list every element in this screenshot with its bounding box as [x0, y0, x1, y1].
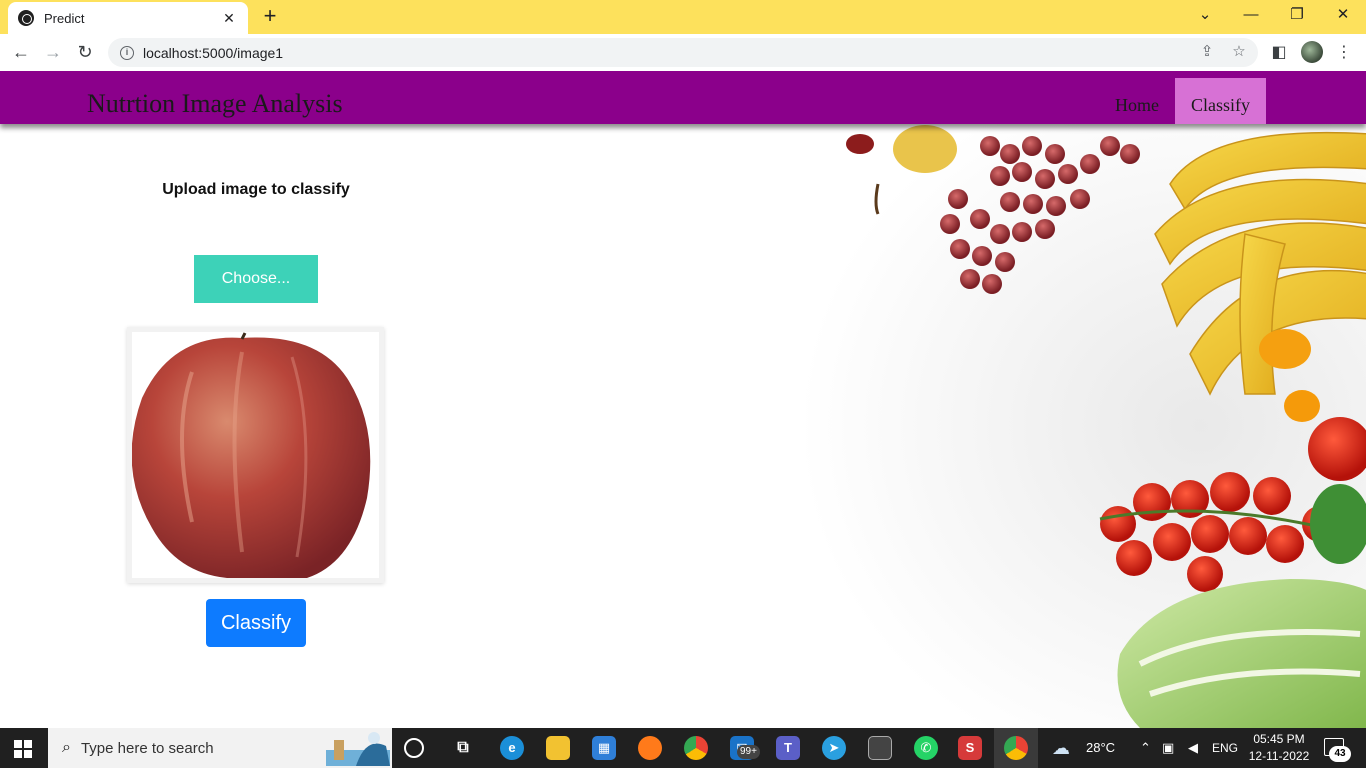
bookmark-star-icon[interactable]: ☆: [1229, 42, 1249, 62]
choose-file-button[interactable]: Choose...: [194, 255, 318, 303]
browser-tab[interactable]: Predict ✕: [8, 2, 248, 34]
taskbar-clock[interactable]: 05:45 PM 12-11-2022: [1246, 731, 1312, 765]
chrome-active-icon[interactable]: [1004, 736, 1028, 760]
minimize-button[interactable]: —: [1228, 0, 1274, 32]
fruits-background-image: [700, 124, 1366, 728]
classify-button[interactable]: Classify: [206, 599, 306, 647]
store-icon[interactable]: ▦: [592, 736, 616, 760]
forward-arrow-icon[interactable]: →: [40, 40, 66, 66]
web-page: Nutrtion Image Analysis Home Classify Up…: [0, 71, 1366, 728]
search-placeholder: Type here to search: [80, 739, 214, 757]
whatsapp-icon[interactable]: ✆: [914, 736, 938, 760]
address-bar[interactable]: i localhost:5000/image1: [108, 38, 1258, 67]
tray-chevron-icon[interactable]: ⌃: [1140, 728, 1151, 768]
taskbar-search-box[interactable]: ⌕ Type here to search: [48, 728, 392, 768]
restore-button[interactable]: ❐: [1274, 0, 1320, 32]
terminal-icon[interactable]: [868, 736, 892, 760]
tab-search-chevron-icon[interactable]: ⌄: [1182, 0, 1228, 32]
browser-tab-strip: Predict ✕ + ⌄ — ❐ ✕: [0, 0, 1366, 34]
image-preview: [127, 327, 384, 583]
edge-icon[interactable]: e: [500, 736, 524, 760]
notification-count-badge: 43: [1329, 746, 1351, 762]
clock-time: 05:45 PM: [1253, 732, 1305, 746]
site-brand[interactable]: Nutrtion Image Analysis: [87, 89, 343, 119]
firefox-icon[interactable]: [638, 736, 662, 760]
upload-heading: Upload image to classify: [162, 181, 350, 198]
weather-temperature[interactable]: 28°C: [1086, 728, 1115, 768]
uploaded-apple-image: [131, 332, 379, 578]
profile-avatar[interactable]: [1301, 41, 1323, 63]
network-icon[interactable]: ▣: [1162, 728, 1174, 768]
mail-badge: 99+: [737, 745, 760, 759]
search-icon: ⌕: [62, 739, 71, 756]
globe-icon: [18, 10, 34, 26]
teams-icon[interactable]: T: [776, 736, 800, 760]
share-icon[interactable]: ⇪: [1197, 42, 1217, 62]
file-explorer-icon[interactable]: [546, 736, 570, 760]
task-view-icon[interactable]: ⧉: [451, 736, 475, 760]
address-url[interactable]: localhost:5000/image1: [143, 45, 283, 61]
reload-icon[interactable]: ↻: [72, 40, 98, 66]
search-highlight-image: [326, 732, 390, 766]
menu-kebab-icon[interactable]: ⋮: [1333, 42, 1355, 64]
app-icon[interactable]: S: [958, 736, 982, 760]
site-navbar: Nutrtion Image Analysis Home Classify: [0, 71, 1366, 124]
windows-taskbar: ⌕ Type here to search ⧉ e ▦ ✉ T ➤ ✆ S ☁ …: [0, 728, 1366, 768]
tab-title: Predict: [44, 10, 85, 26]
new-tab-button[interactable]: +: [258, 5, 282, 29]
volume-icon[interactable]: ◀: [1188, 728, 1198, 768]
weather-cloud-icon[interactable]: ☁: [1052, 728, 1070, 768]
language-indicator[interactable]: ENG: [1212, 728, 1238, 768]
tab-close-icon[interactable]: ✕: [220, 10, 238, 27]
back-arrow-icon[interactable]: ←: [8, 40, 34, 66]
cortana-icon[interactable]: [404, 738, 424, 758]
site-info-icon[interactable]: i: [120, 45, 134, 60]
browser-toolbar: ← → ↻ i localhost:5000/image1 ⇪ ☆ ◧ ⋮: [0, 34, 1366, 71]
clock-date: 12-11-2022: [1248, 749, 1310, 763]
nav-classify-link[interactable]: Classify: [1175, 78, 1267, 124]
windows-start-icon[interactable]: [14, 740, 32, 758]
window-close-button[interactable]: ✕: [1320, 0, 1366, 32]
telegram-icon[interactable]: ➤: [822, 736, 846, 760]
nav-home-link[interactable]: Home: [1099, 78, 1175, 124]
chrome-icon[interactable]: [684, 736, 708, 760]
side-panel-icon[interactable]: ◧: [1268, 42, 1290, 64]
